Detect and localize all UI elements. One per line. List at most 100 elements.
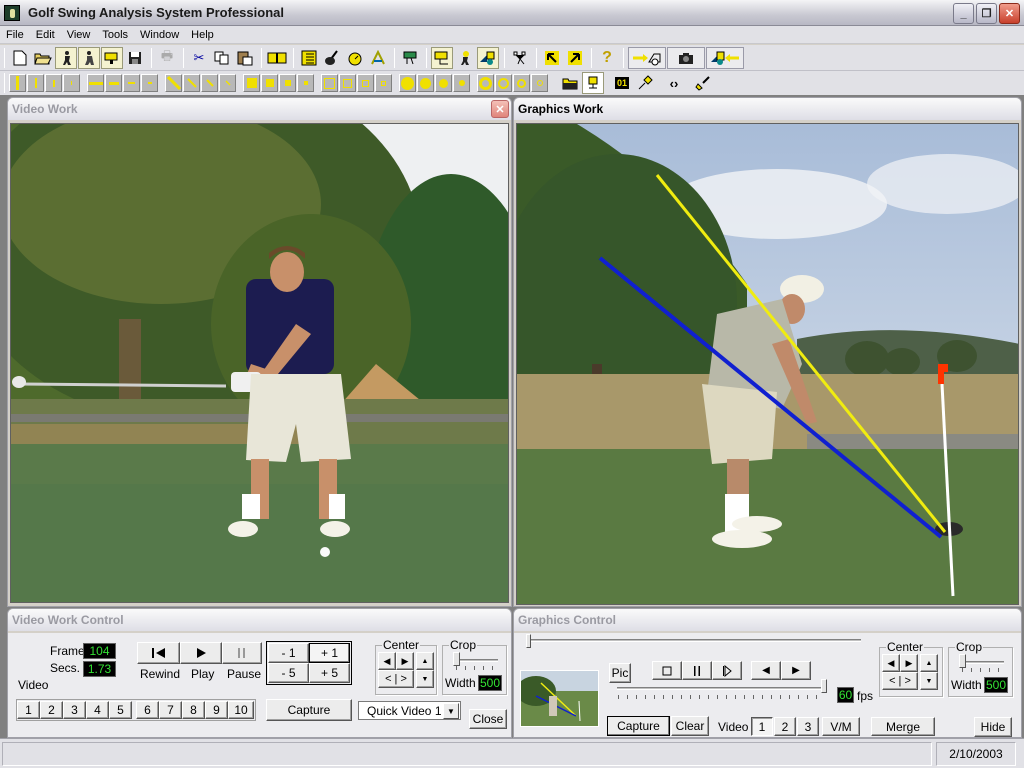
clear-button[interactable]: Clear <box>671 716 709 736</box>
stopwatch-icon[interactable] <box>344 47 366 69</box>
center-left-button[interactable]: ◀ <box>378 652 396 670</box>
filled-circle-medium-button[interactable] <box>417 74 434 92</box>
filled-circle-small-button[interactable] <box>435 74 452 92</box>
code-brackets-icon[interactable]: ‹› <box>663 72 685 94</box>
vertical-line-thin-button[interactable] <box>45 74 62 92</box>
hollow-square-tiny-button[interactable] <box>375 74 392 92</box>
paste-icon[interactable] <box>234 47 256 69</box>
menu-view[interactable]: View <box>61 29 97 41</box>
center-reset-button[interactable]: < | > <box>378 670 414 688</box>
horizontal-line-thin-button[interactable] <box>123 74 140 92</box>
film-strip-icon[interactable] <box>266 47 288 69</box>
hollow-circle-small-button[interactable] <box>513 74 530 92</box>
previous-frame-button[interactable]: ◀ <box>751 661 781 680</box>
cut-icon[interactable]: ✂ <box>188 47 210 69</box>
vertical-line-medium-button[interactable] <box>27 74 44 92</box>
graphics-frame[interactable] <box>516 123 1019 605</box>
center-right-button[interactable]: ▶ <box>396 652 414 670</box>
step-forward-1-button[interactable]: + 1 <box>309 643 350 663</box>
pin-icon[interactable] <box>634 72 656 94</box>
graphics-video-3-button[interactable]: 3 <box>797 717 819 736</box>
quick-video-dropdown[interactable]: Quick Video 1 ▼ <box>358 701 461 720</box>
help-icon[interactable]: ? <box>596 47 618 69</box>
hollow-square-large-button[interactable] <box>321 74 338 92</box>
center-up-button[interactable]: ▲ <box>416 652 434 670</box>
filled-square-medium-button[interactable] <box>261 74 278 92</box>
pic-button[interactable]: Pic <box>609 663 631 683</box>
video-slot-5-button[interactable]: 5 <box>109 701 132 719</box>
graphics-thumbnail[interactable] <box>520 670 599 727</box>
horizontal-line-medium-button[interactable] <box>105 74 122 92</box>
graphics-video-1-button[interactable]: 1 <box>751 717 773 736</box>
crop-slider-thumb[interactable] <box>453 652 460 666</box>
rewind-button[interactable] <box>137 642 180 664</box>
hollow-circle-large-button[interactable] <box>477 74 494 92</box>
folder-icon[interactable] <box>559 72 581 94</box>
capture-video-button[interactable]: Capture <box>266 699 352 721</box>
import-graphics-button[interactable] <box>706 46 744 69</box>
diagonal-line-thin-button[interactable] <box>201 74 218 92</box>
hide-button[interactable]: Hide <box>974 717 1012 737</box>
graphics-center-up-button[interactable]: ▲ <box>920 654 938 672</box>
step-back-5-button[interactable]: - 5 <box>268 663 309 683</box>
snapshot-camera-button[interactable] <box>667 46 705 69</box>
vertical-line-thick-button[interactable] <box>9 74 26 92</box>
menu-tools[interactable]: Tools <box>96 29 134 41</box>
video-slot-9-button[interactable]: 9 <box>205 701 228 719</box>
filled-square-tiny-button[interactable] <box>297 74 314 92</box>
hollow-square-small-button[interactable] <box>357 74 374 92</box>
fps-slider-thumb[interactable] <box>821 679 827 693</box>
video-slot-2-button[interactable]: 2 <box>40 701 63 719</box>
video-slot-1-button[interactable]: 1 <box>17 701 40 719</box>
graphics-play-button[interactable] <box>712 661 742 680</box>
diagonal-line-thick-button[interactable] <box>165 74 182 92</box>
video-slot-7-button[interactable]: 7 <box>159 701 182 719</box>
graphics-center-reset-button[interactable]: < | > <box>882 672 918 690</box>
frame-position-slider[interactable] <box>526 639 861 642</box>
pause-button[interactable] <box>222 642 262 664</box>
copy-icon[interactable] <box>211 47 233 69</box>
center-down-button[interactable]: ▼ <box>416 670 434 688</box>
diagonal-line-medium-button[interactable] <box>183 74 200 92</box>
stamp-icon[interactable] <box>582 72 604 94</box>
golfer-front-icon[interactable] <box>55 46 77 69</box>
arrow-up-right-icon[interactable] <box>564 47 586 69</box>
graphics-crop-thumb[interactable] <box>959 654 966 668</box>
club-head-icon[interactable] <box>321 47 343 69</box>
hollow-circle-medium-button[interactable] <box>495 74 512 92</box>
menu-file[interactable]: File <box>0 29 30 41</box>
video-slot-8-button[interactable]: 8 <box>182 701 205 719</box>
fps-slider[interactable] <box>617 687 827 690</box>
shapes-icon[interactable] <box>477 46 499 69</box>
counter-icon[interactable]: 01 <box>611 72 633 94</box>
golfer-swing-icon[interactable] <box>454 47 476 69</box>
step-back-1-button[interactable]: - 1 <box>268 643 309 663</box>
filled-square-large-button[interactable] <box>243 74 260 92</box>
print-icon[interactable]: 🖶 <box>156 47 178 69</box>
video-slot-3-button[interactable]: 3 <box>63 701 86 719</box>
filled-circle-tiny-button[interactable] <box>453 74 470 92</box>
horizontal-line-dot-button[interactable] <box>141 74 158 92</box>
hollow-circle-tiny-button[interactable] <box>531 74 548 92</box>
camera-capture-icon[interactable] <box>431 46 453 69</box>
stop-button[interactable] <box>652 661 682 680</box>
diagonal-line-dot-button[interactable] <box>219 74 236 92</box>
play-button[interactable] <box>180 642 222 664</box>
paint-brush-icon[interactable] <box>692 72 714 94</box>
minimize-button[interactable]: _ <box>953 3 974 24</box>
video-camera-icon[interactable] <box>101 46 123 69</box>
projector-icon[interactable] <box>399 47 421 69</box>
video-frame[interactable] <box>10 123 509 603</box>
new-file-icon[interactable] <box>9 47 31 69</box>
filled-circle-large-button[interactable] <box>399 74 416 92</box>
graphics-center-left-button[interactable]: ◀ <box>882 654 900 672</box>
open-folder-icon[interactable] <box>32 47 54 69</box>
video-slot-10-button[interactable]: 10 <box>228 701 254 719</box>
menu-edit[interactable]: Edit <box>30 29 61 41</box>
video-work-close-button[interactable]: ✕ <box>491 100 509 118</box>
step-forward-5-button[interactable]: + 5 <box>309 663 350 683</box>
skeleton-tool-icon[interactable] <box>509 47 531 69</box>
vm-button[interactable]: V/M <box>822 717 860 736</box>
horizontal-line-thick-button[interactable] <box>87 74 104 92</box>
close-window-button[interactable]: ✕ <box>999 3 1020 24</box>
